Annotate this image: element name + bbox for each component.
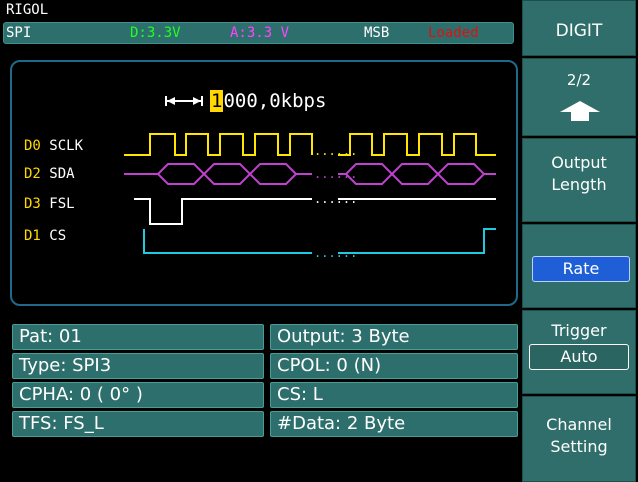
sda-ellipsis: ......	[314, 167, 357, 181]
cs-cell: CS: L	[270, 382, 518, 408]
output-length-label-2: Length	[551, 175, 607, 194]
cs-trace	[143, 229, 312, 254]
tfs-cell: TFS: FS_L	[12, 411, 264, 437]
output-length-label-1: Output	[551, 153, 607, 172]
sda-trace	[124, 163, 496, 185]
cpol-cell: CPOL: 0 (N)	[270, 353, 518, 379]
trigger-button[interactable]: Trigger Auto	[522, 310, 636, 394]
channel-setting-label-1: Channel	[546, 415, 612, 434]
rate-selected-label: Rate	[532, 256, 630, 282]
page-indicator: 2/2	[566, 71, 592, 89]
rate-button[interactable]: Rate	[522, 224, 636, 308]
pattern-cell: Pat: 01	[12, 324, 264, 350]
fsl-trace	[134, 198, 312, 225]
cpha-cell: CPHA: 0 ( 0° )	[12, 382, 264, 408]
output-cell: Output: 3 Byte	[270, 324, 518, 350]
sclk-trace-2	[338, 133, 496, 156]
trigger-value: Auto	[529, 344, 629, 370]
arrow-up-icon	[560, 101, 600, 121]
menu-title-label: DIGIT	[555, 21, 603, 41]
channel-setting-label-2: Setting	[550, 437, 608, 456]
fsl-ellipsis: ......	[314, 192, 357, 206]
sclk-trace	[124, 133, 313, 156]
channel-setting-button[interactable]: Channel Setting	[522, 396, 636, 482]
menu-page-button[interactable]: 2/2	[522, 58, 636, 136]
cs-trace-2	[338, 228, 496, 254]
menu-title-digit: DIGIT	[522, 0, 636, 56]
type-cell: Type: SPI3	[12, 353, 264, 379]
sclk-ellipsis: ......	[314, 144, 357, 158]
data-cell: #Data: 2 Byte	[270, 411, 518, 437]
cs-ellipsis: ......	[314, 246, 357, 260]
trigger-label: Trigger	[551, 321, 607, 340]
output-length-button[interactable]: Output Length	[522, 138, 636, 222]
